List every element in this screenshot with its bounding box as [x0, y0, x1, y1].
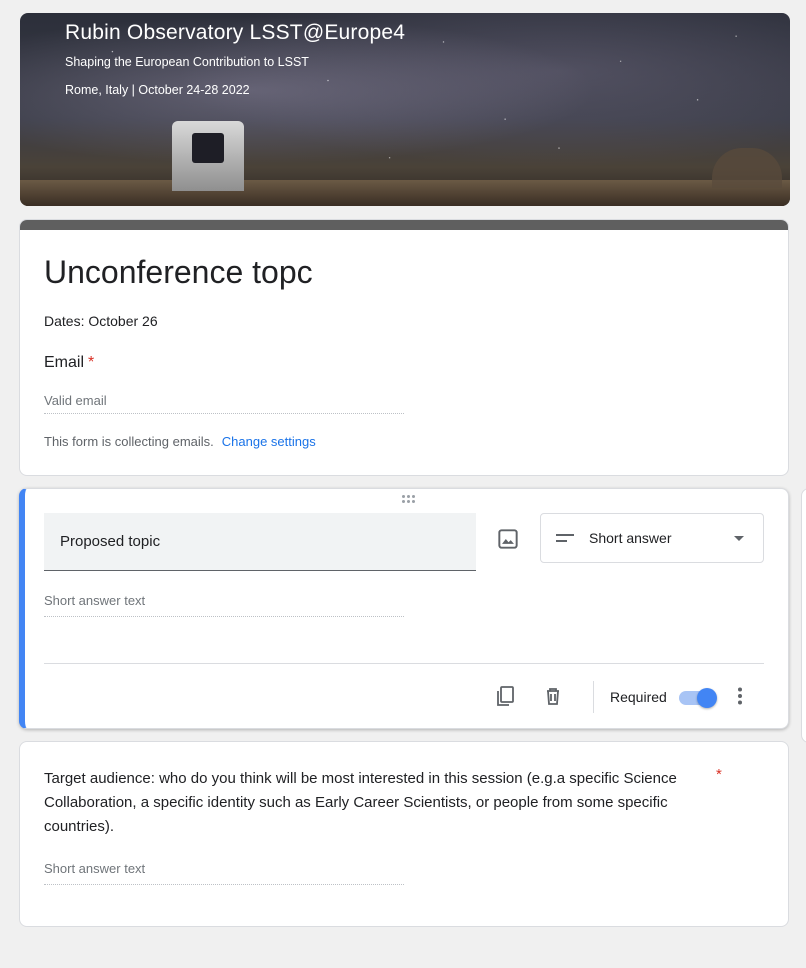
form-header-card[interactable]: Unconference topc Dates: October 26 Emai…	[19, 219, 789, 476]
answer-placeholder: Short answer text	[44, 861, 404, 885]
form-title[interactable]: Unconference topc	[44, 254, 313, 291]
banner-location: Rome, Italy | October 24-28 2022	[65, 83, 250, 97]
answer-placeholder: Short answer text	[44, 593, 404, 617]
required-label: Required	[610, 689, 667, 705]
banner-subtitle: Shaping the European Contribution to LSS…	[65, 55, 309, 69]
header-color-bar	[20, 220, 788, 230]
question-type-label: Short answer	[589, 530, 672, 546]
required-star: *	[88, 354, 95, 371]
header-banner: Rubin Observatory LSST@Europe4 Shaping t…	[20, 13, 790, 206]
question-card-active[interactable]: Proposed topic Short answer Short answer…	[19, 488, 789, 729]
drag-handle-icon[interactable]	[402, 495, 418, 507]
image-icon[interactable]	[495, 526, 521, 552]
question-title-text: Proposed topic	[60, 533, 161, 550]
question-title-field[interactable]: Proposed topic	[44, 513, 476, 571]
question-card[interactable]: Target audience: who do you think will b…	[19, 741, 789, 927]
collect-emails-note: This form is collecting emails. Change se…	[44, 434, 316, 449]
short-answer-icon	[556, 534, 574, 542]
more-vert-icon[interactable]	[728, 684, 752, 708]
required-toggle[interactable]	[679, 688, 717, 708]
footer-divider	[44, 663, 764, 664]
form-description[interactable]: Dates: October 26	[44, 313, 158, 329]
toolbar-divider	[593, 681, 594, 713]
question-type-dropdown[interactable]: Short answer	[540, 513, 764, 563]
banner-title: Rubin Observatory LSST@Europe4	[65, 21, 406, 44]
email-label-text: Email	[44, 354, 85, 371]
floating-toolbar[interactable]	[801, 488, 806, 743]
question-title: Target audience: who do you think will b…	[44, 770, 677, 835]
email-label: Email *	[44, 354, 94, 372]
copy-icon[interactable]	[493, 684, 517, 708]
change-settings-link[interactable]: Change settings	[222, 434, 316, 449]
email-field[interactable]	[44, 387, 404, 414]
horizon-image	[20, 180, 790, 206]
required-star: *	[716, 766, 722, 783]
dropdown-caret-icon	[734, 536, 744, 541]
trash-icon[interactable]	[541, 684, 565, 708]
collect-emails-text: This form is collecting emails.	[44, 434, 214, 449]
telescope-image	[172, 121, 244, 191]
